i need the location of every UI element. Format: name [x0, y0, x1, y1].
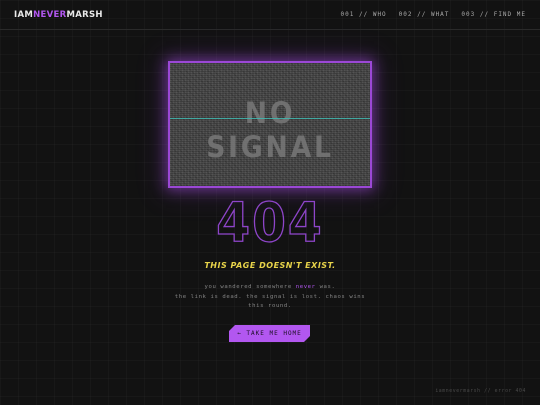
error-tagline: THIS PAGE DOESN'T EXIST.: [204, 261, 336, 270]
desc-highlight: never: [295, 284, 316, 290]
take-me-home-button[interactable]: ← TAKE ME HOME: [229, 325, 310, 342]
desc-line-2: the link is dead. the signal is lost. ch…: [174, 293, 366, 310]
site-logo[interactable]: IAMNEVERMARSH: [14, 10, 103, 20]
desc-text-post: was.: [315, 284, 336, 290]
no-signal-screen: NO SIGNAL: [168, 61, 372, 188]
logo-suffix: MARSH: [66, 10, 103, 20]
error-description: you wandered somewhere never was. the li…: [170, 283, 370, 312]
logo-prefix: IAM: [14, 10, 34, 20]
no-signal-text: NO SIGNAL: [206, 96, 334, 164]
nav-link-find-me[interactable]: 003 // FIND ME: [461, 11, 526, 18]
nav-link-what[interactable]: 002 // WHAT: [399, 11, 450, 18]
top-navigation-bar: IAMNEVERMARSH 001 // WHO 002 // WHAT 003…: [0, 0, 540, 30]
logo-accent: NEVER: [33, 10, 67, 20]
main-nav: 001 // WHO 002 // WHAT 003 // FIND ME: [341, 11, 526, 18]
footer-text: iamnevermarsh // error 404: [435, 389, 526, 394]
error-code: 404: [216, 191, 324, 254]
nav-link-who[interactable]: 001 // WHO: [341, 11, 387, 18]
screen-scanline: [170, 118, 370, 119]
desc-text-pre: you wandered somewhere: [204, 284, 296, 290]
